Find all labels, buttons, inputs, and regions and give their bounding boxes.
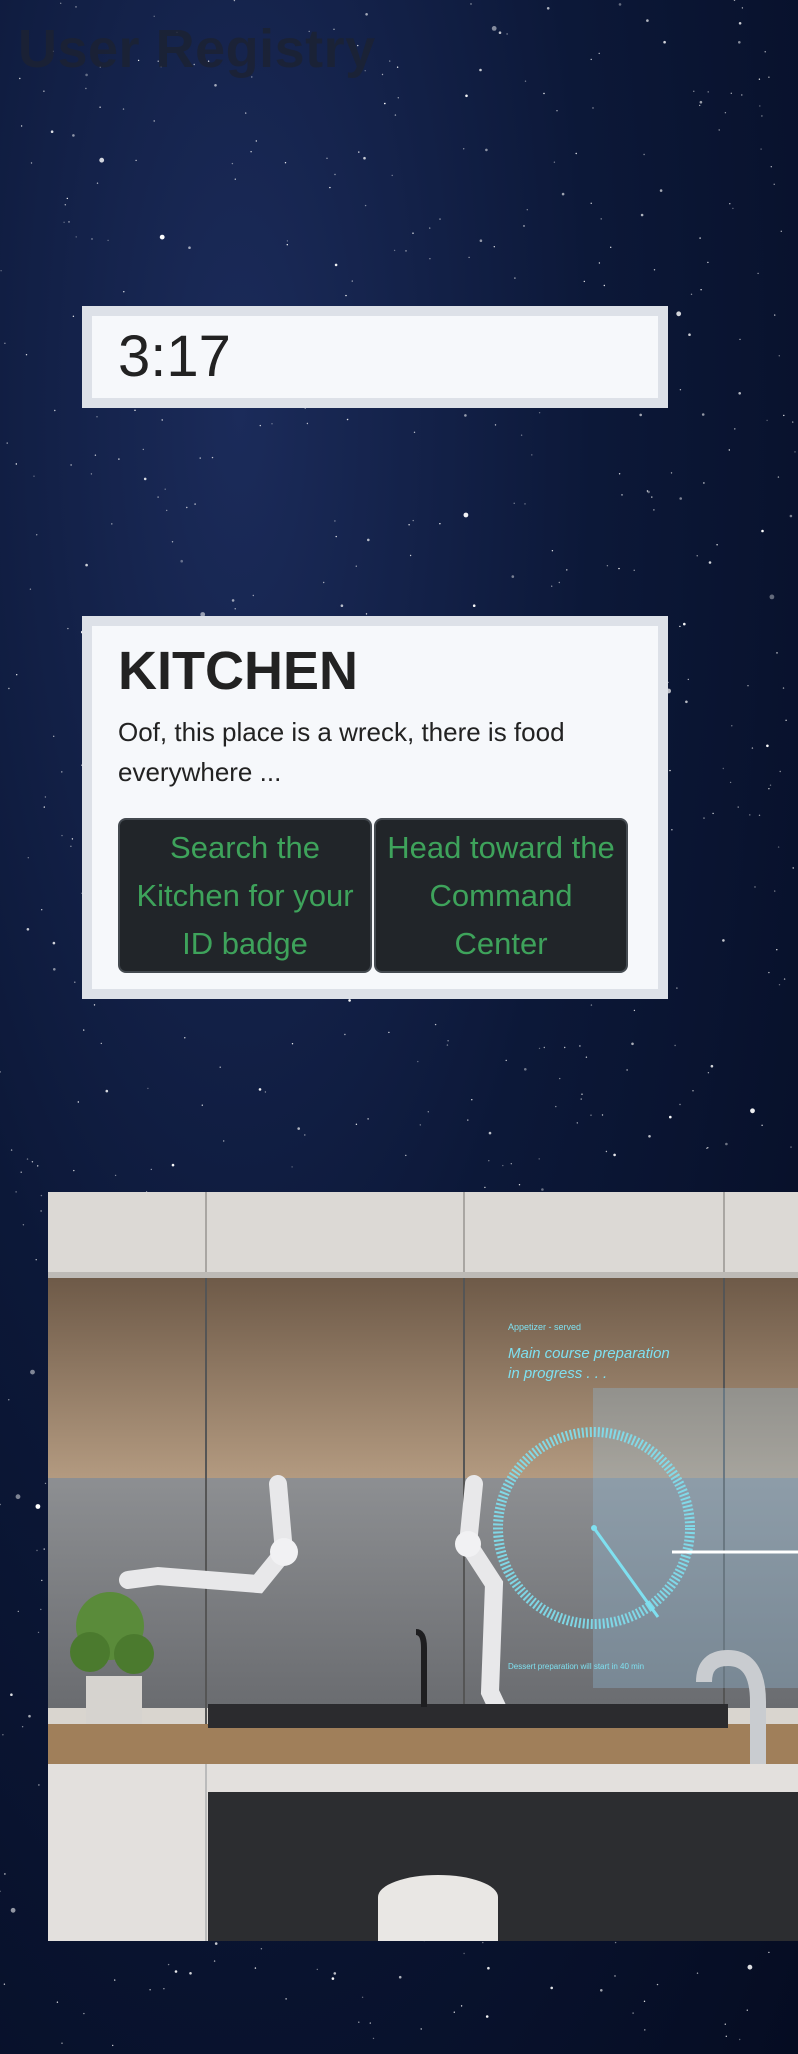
hologram-main: Main course preparation [508,1345,670,1362]
room-description: Oof, this place is a wreck, there is foo… [118,717,565,787]
action-buttons: Search the Kitchen for your ID badge Hea… [118,818,632,973]
room-title: KITCHEN [118,641,358,701]
head-to-command-center-button[interactable]: Head toward the Command Center [374,818,628,973]
app-title: User Registry [18,19,376,79]
kitchen-scene: Appetizer - served Main course preparati… [48,1192,798,1941]
room-card: KITCHEN Oof, this place is a wreck, ther… [82,616,668,999]
timer-card: 3:17 [82,306,668,408]
countdown-timer: 3:17 [118,324,231,389]
hologram-status: Appetizer - served [508,1322,581,1332]
search-kitchen-button[interactable]: Search the Kitchen for your ID badge [118,818,372,973]
kitchen-image: Appetizer - served Main course preparati… [48,1192,798,1941]
hologram-main-line2: in progress . . . [508,1365,607,1382]
hologram-footer: Dessert preparation will start in 40 min [508,1662,644,1671]
